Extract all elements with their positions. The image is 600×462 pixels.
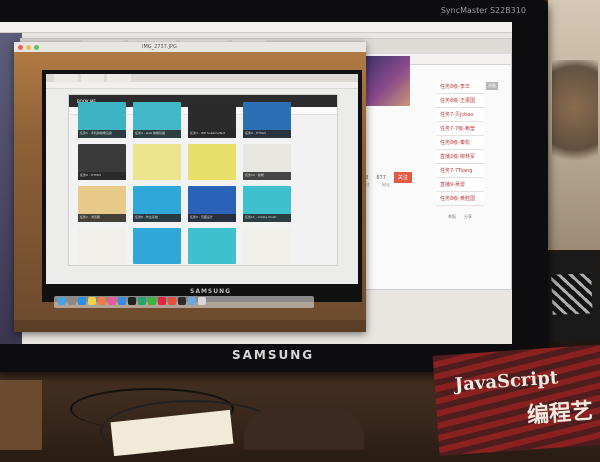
project-card[interactable]: [188, 228, 236, 264]
inner-tab: [80, 74, 104, 82]
inner-tab: [54, 74, 78, 82]
black-book: [544, 251, 600, 343]
inner-tabs: [46, 74, 358, 82]
stats-labels: 关注 粉丝: [362, 182, 390, 188]
monitor: SyncMaster S22B310 IMG_2737.JPG 2020年 最新…: [0, 0, 548, 372]
card-caption: 任务6 - HTML5: [78, 172, 126, 180]
stat-value: 877: [376, 174, 386, 181]
sidebar-list: 任务8级-李华 任务8级-王振国 任务7-贝jchao 任务7-7级-赖莹 任务…: [436, 80, 484, 206]
project-card[interactable]: 任务10 - 前端: [243, 144, 291, 180]
project-card[interactable]: 任务11 - Adobe Illustr: [243, 186, 291, 222]
router: [244, 408, 364, 450]
stat-label: 粉丝: [382, 182, 390, 187]
card-caption: 任务4 - web 前端基础: [133, 130, 181, 138]
message-badge[interactable]: 消息: [486, 82, 498, 90]
sidebar-item[interactable]: 直播2级-柳林军: [436, 150, 484, 164]
sidebar-item[interactable]: 任务8级-王振国: [436, 94, 484, 108]
poster-art: [552, 60, 598, 180]
inner-dock: [54, 296, 314, 308]
card-caption: 任务3 - IDE SublimeText: [188, 130, 236, 138]
sidebar-item[interactable]: 任务7-贝jchao: [436, 108, 484, 122]
project-card[interactable]: [133, 228, 181, 264]
minimize-icon[interactable]: [26, 44, 31, 50]
project-card[interactable]: [243, 228, 291, 264]
sidebar-item[interactable]: 任务8级-李华: [436, 80, 484, 94]
project-card[interactable]: 任务2 - HTML5: [243, 102, 291, 138]
red-book: JavaScript 编程艺: [432, 344, 600, 456]
card-caption: 任务2 - HTML5: [243, 130, 291, 138]
project-card[interactable]: [133, 144, 181, 180]
project-card[interactable]: 任务6 - HTML5: [78, 144, 126, 180]
card-caption: 任务11 - Adobe Illustr: [243, 214, 291, 222]
sidebar-item[interactable]: 任务7-7级-赖莹: [436, 122, 484, 136]
project-card[interactable]: [78, 228, 126, 264]
card-caption: 任务5 - 手机的前端渲染: [78, 130, 126, 138]
monitor-screen: IMG_2737.JPG 2020年 最新入手 在人类被淘汰后的 DEX的好玩 …: [0, 22, 512, 344]
photo-content: BOOK.ME 任务5 - 手机的前端渲染 任务4 - web 前端基础 任务3 -…: [14, 52, 366, 332]
project-card[interactable]: 任务3 - IDE SublimeText: [188, 102, 236, 138]
card-caption: 任务8 - 作业系统: [133, 214, 181, 222]
card-caption: 任务10 - 前端: [243, 172, 291, 180]
zoom-icon[interactable]: [34, 44, 39, 50]
inner-monitor-brand: SAMSUNG: [190, 288, 232, 295]
project-card[interactable]: 任务9 - 页面设计: [188, 186, 236, 222]
monitor-model: SyncMaster S22B310: [440, 6, 526, 15]
viewer-filename: IMG_2737.JPG: [142, 44, 177, 50]
project-card[interactable]: [188, 144, 236, 180]
inner-screen: BOOK.ME 任务5 - 手机的前端渲染 任务4 - web 前端基础 任务3 -…: [46, 74, 358, 284]
project-card[interactable]: 任务5 - 手机的前端渲染: [78, 102, 126, 138]
share-link[interactable]: 分享: [464, 214, 472, 220]
project-card[interactable]: 任务4 - web 前端基础: [133, 102, 181, 138]
inner-address-bar: [46, 82, 358, 89]
sidebar-item[interactable]: 直播9-吴雷: [436, 178, 484, 192]
card-caption: 任务9 - 页面设计: [188, 214, 236, 222]
follow-button[interactable]: 关注: [393, 172, 412, 183]
inner-tab: [107, 74, 131, 82]
photo-desk-strip: [14, 320, 366, 332]
photo-viewer-window: IMG_2737.JPG BOOK.ME 任务5 - 手机的前端渲染 任务4 -…: [14, 42, 366, 332]
book-title-cn: 编程艺: [526, 399, 594, 429]
inner-monitor: BOOK.ME 任务5 - 手机的前端渲染 任务4 - web 前端基础 任务3 -…: [42, 70, 362, 302]
sidebar-item[interactable]: 任务8级-秦松: [436, 136, 484, 150]
project-card[interactable]: 任务1 - 浏览器: [78, 186, 126, 222]
menu-bar: [0, 22, 512, 33]
monitor-brand: SAMSUNG: [232, 348, 315, 362]
sidebar-item[interactable]: 任务7-7Tsang: [436, 164, 484, 178]
card-caption: 任务1 - 浏览器: [78, 214, 126, 222]
action-links: 举报 分享: [448, 214, 472, 220]
left-box: [0, 380, 42, 450]
report-link[interactable]: 举报: [448, 214, 456, 220]
project-card[interactable]: 任务8 - 作业系统: [133, 186, 181, 222]
card-grid: 任务5 - 手机的前端渲染 任务4 - web 前端基础 任务3 - IDE Sub…: [78, 102, 291, 264]
close-icon[interactable]: [18, 44, 23, 50]
sidebar-item[interactable]: 任务8级-黄胜国: [436, 192, 484, 206]
